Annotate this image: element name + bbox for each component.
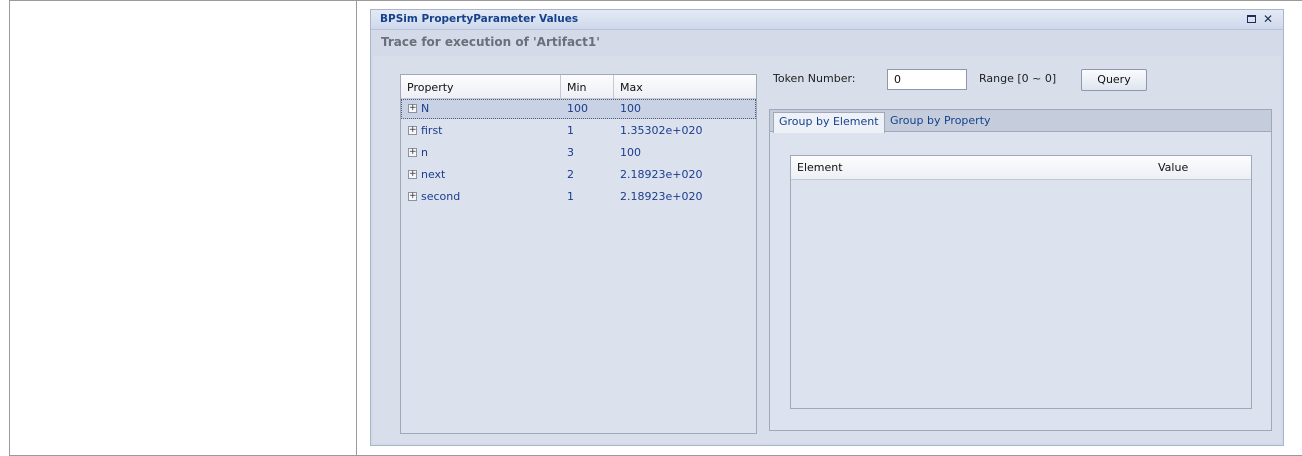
table-column-divider <box>356 0 357 456</box>
range-label: Range [0 ~ 0] <box>979 72 1057 85</box>
table-row[interactable]: + second 1 2.18923e+020 <box>401 187 756 209</box>
trace-heading: Trace for execution of 'Artifact1' <box>381 35 600 49</box>
tab-strip: Group by Element Group by Property <box>770 110 1271 133</box>
row-min-value: 3 <box>567 146 574 159</box>
expand-icon[interactable]: + <box>408 126 417 135</box>
row-max-value: 100 <box>620 146 641 159</box>
expand-icon[interactable]: + <box>408 104 417 113</box>
row-property-name: second <box>421 190 461 203</box>
row-min-value: 2 <box>567 168 574 181</box>
row-min-value: 100 <box>567 102 588 115</box>
token-number-label: Token Number: <box>773 72 856 85</box>
table-row[interactable]: + first 1 1.35302e+020 <box>401 121 756 143</box>
column-header-min[interactable]: Min <box>561 75 614 98</box>
row-max-value: 100 <box>620 102 641 115</box>
property-values-window: BPSim PropertyParameter Values ✕ Trace f… <box>370 9 1284 446</box>
expand-icon[interactable]: + <box>408 148 417 157</box>
window-content: Property Min Max + N 100 100 + first 1 1… <box>373 56 1281 443</box>
column-header-max[interactable]: Max <box>614 75 753 98</box>
column-header-property[interactable]: Property <box>401 75 561 98</box>
row-max-value: 2.18923e+020 <box>620 168 703 181</box>
tab-group-by-property[interactable]: Group by Property <box>885 112 996 132</box>
group-tab-panel: Group by Element Group by Property Eleme… <box>769 109 1272 431</box>
row-min-value: 1 <box>567 190 574 203</box>
token-number-input[interactable]: 0 <box>887 69 967 90</box>
close-icon[interactable]: ✕ <box>1261 12 1275 26</box>
table-row[interactable]: + N 100 100 <box>401 99 756 119</box>
column-header-element[interactable]: Element <box>797 156 843 180</box>
table-row[interactable]: + n 3 100 <box>401 143 756 165</box>
element-grid-header: Element Value <box>791 156 1251 180</box>
expand-icon[interactable]: + <box>408 170 417 179</box>
row-property-name: next <box>421 168 446 181</box>
row-property-name: N <box>421 102 430 115</box>
table-top-border <box>10 0 1302 1</box>
tab-group-by-element[interactable]: Group by Element <box>773 112 885 133</box>
table-row[interactable]: + next 2 2.18923e+020 <box>401 165 756 187</box>
maximize-icon[interactable] <box>1244 12 1258 26</box>
property-grid-rows: + N 100 100 + first 1 1.35302e+020 + n 3… <box>401 99 756 209</box>
row-property-name: n <box>421 146 428 159</box>
row-max-value: 2.18923e+020 <box>620 190 703 203</box>
row-max-value: 1.35302e+020 <box>620 124 703 137</box>
window-title: BPSim PropertyParameter Values <box>380 13 579 25</box>
element-grid: Element Value <box>790 155 1252 409</box>
property-grid: Property Min Max + N 100 100 + first 1 1… <box>400 74 757 434</box>
property-grid-header: Property Min Max <box>401 75 756 99</box>
query-button[interactable]: Query <box>1081 69 1147 91</box>
row-min-value: 1 <box>567 124 574 137</box>
row-property-name: first <box>421 124 443 137</box>
expand-icon[interactable]: + <box>408 192 417 201</box>
window-titlebar[interactable]: BPSim PropertyParameter Values ✕ <box>371 10 1283 30</box>
column-header-value[interactable]: Value <box>1158 156 1188 180</box>
